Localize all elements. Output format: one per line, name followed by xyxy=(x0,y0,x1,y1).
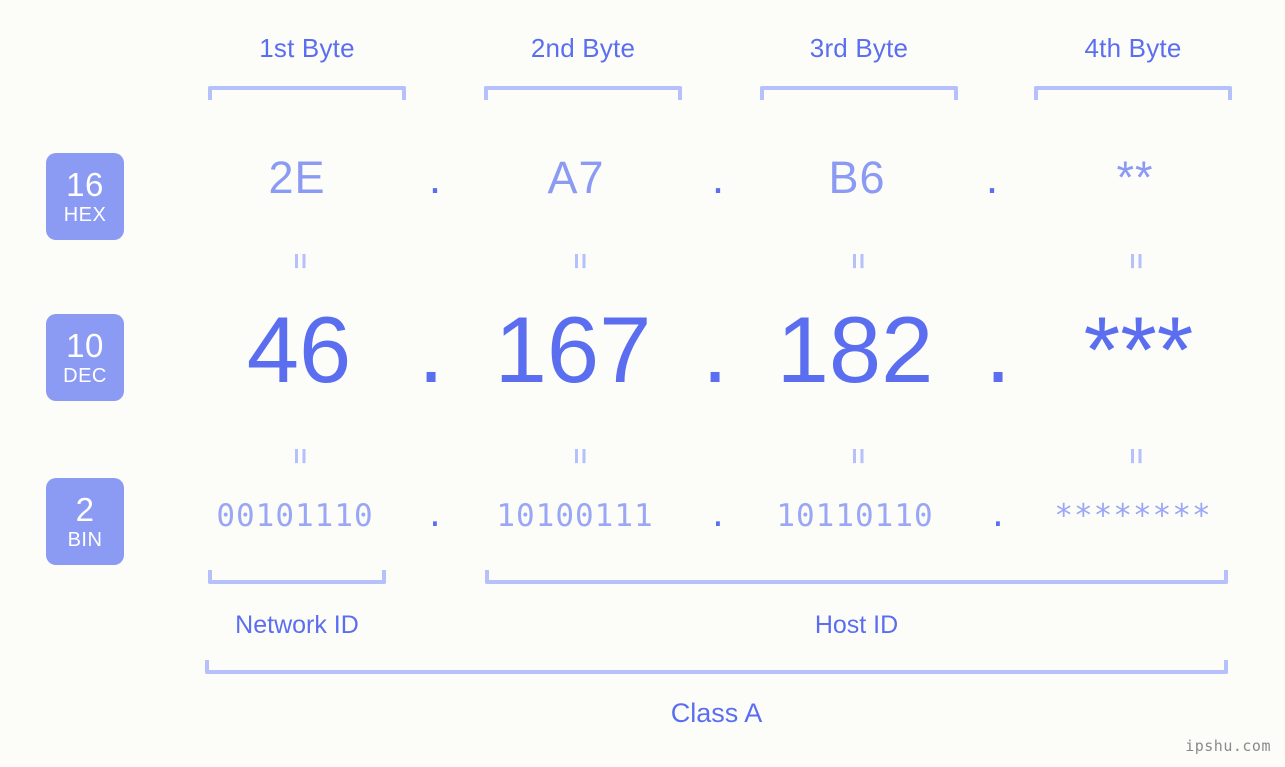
equals-sign-hex-dec-2: = xyxy=(565,252,596,270)
bin-separator-3: . xyxy=(988,498,1008,534)
hex-separator-2: . xyxy=(711,152,725,203)
network-id-bracket xyxy=(208,570,386,584)
byte-bracket-1 xyxy=(208,86,406,100)
address-class-label: Class A xyxy=(670,698,763,728)
equals-sign-dec-bin-1: = xyxy=(285,447,316,465)
ip-breakdown-diagram: 1st Byte 2nd Byte 3rd Byte 4th Byte 16 H… xyxy=(0,0,1285,767)
equals-sign-hex-dec-4: = xyxy=(1121,252,1152,270)
byte-bracket-4 xyxy=(1034,86,1232,100)
host-id-bracket xyxy=(485,570,1228,584)
byte-header-4: 4th Byte xyxy=(1084,33,1182,63)
network-id-label: Network ID xyxy=(235,611,359,639)
radix-badge-bin: 2 BIN xyxy=(46,478,124,565)
radix-badge-bin-number: 2 xyxy=(75,491,95,528)
bin-byte-1: 00101110 xyxy=(216,498,374,534)
bin-byte-4: ******** xyxy=(1054,498,1212,534)
hex-byte-3: B6 xyxy=(828,152,886,203)
address-class-bracket xyxy=(205,660,1228,674)
bin-byte-2: 10100111 xyxy=(496,498,654,534)
site-watermark: ipshu.com xyxy=(1185,737,1271,755)
bin-separator-1: . xyxy=(425,498,445,534)
dec-byte-4: *** xyxy=(1083,297,1194,402)
bin-byte-3: 10110110 xyxy=(776,498,934,534)
host-id-label: Host ID xyxy=(814,611,899,639)
radix-badge-bin-label: BIN xyxy=(67,529,103,551)
bin-separator-2: . xyxy=(708,498,728,534)
hex-byte-2: A7 xyxy=(547,152,605,203)
radix-badge-dec-label: DEC xyxy=(63,365,107,387)
dec-separator-1: . xyxy=(417,297,445,402)
radix-badge-hex: 16 HEX xyxy=(46,153,124,240)
byte-header-3: 3rd Byte xyxy=(809,33,909,63)
hex-separator-1: . xyxy=(428,152,442,203)
dec-byte-1: 46 xyxy=(246,297,352,402)
equals-sign-dec-bin-3: = xyxy=(843,447,874,465)
radix-badge-hex-number: 16 xyxy=(66,166,104,203)
radix-badge-dec-number: 10 xyxy=(66,327,104,364)
dec-byte-3: 182 xyxy=(776,297,934,402)
byte-header-1: 1st Byte xyxy=(259,33,355,63)
equals-sign-dec-bin-2: = xyxy=(565,447,596,465)
equals-sign-hex-dec-1: = xyxy=(285,252,316,270)
dec-separator-3: . xyxy=(984,297,1012,402)
hex-separator-3: . xyxy=(985,152,999,203)
dec-separator-2: . xyxy=(701,297,729,402)
radix-badge-hex-label: HEX xyxy=(63,204,107,226)
equals-sign-dec-bin-4: = xyxy=(1121,447,1152,465)
byte-bracket-3 xyxy=(760,86,958,100)
equals-sign-hex-dec-3: = xyxy=(843,252,874,270)
byte-bracket-2 xyxy=(484,86,682,100)
dec-byte-2: 167 xyxy=(494,297,652,402)
byte-header-2: 2nd Byte xyxy=(530,33,636,63)
hex-byte-1: 2E xyxy=(268,152,326,203)
radix-badge-dec: 10 DEC xyxy=(46,314,124,401)
hex-byte-4: ** xyxy=(1116,152,1154,203)
